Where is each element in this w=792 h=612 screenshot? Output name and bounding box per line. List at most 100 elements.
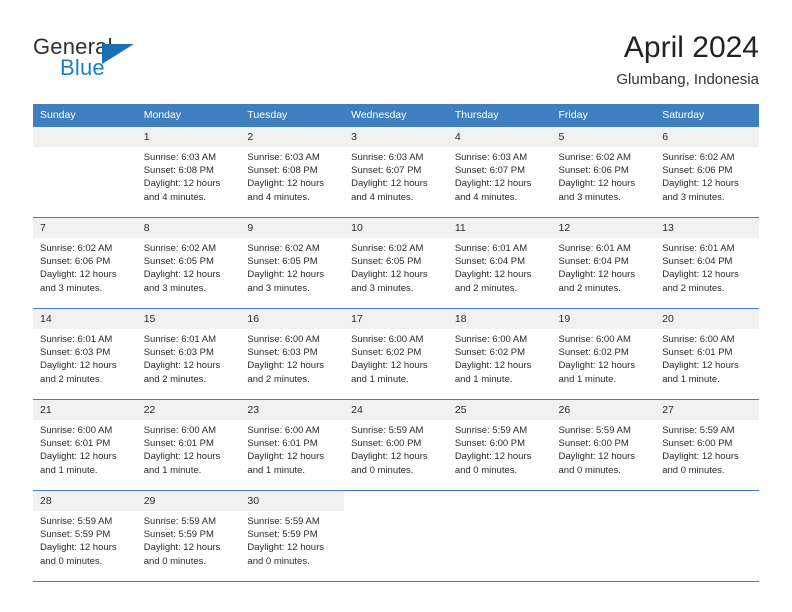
daylight-text-line1: Daylight: 12 hours — [454, 360, 532, 372]
calendar-cell[interactable]: 23 Sunrise: 6:00 AM Sunset: 6:01 PM Dayligh… — [240, 399, 345, 491]
sunset-text: Sunset: 6:06 PM — [662, 165, 733, 177]
day-details: Sunrise: 6:02 AM Sunset: 6:05 PM Daylight:… — [240, 238, 344, 295]
calendar-cell[interactable]: 20 Sunrise: 6:00 AM Sunset: 6:01 PM Dayligh… — [655, 308, 759, 400]
calendar-cell[interactable]: 4 Sunrise: 6:03 AM Sunset: 6:07 PM Daylight… — [447, 126, 552, 218]
day-cell: 4 Sunrise: 6:03 AM Sunset: 6:07 PM Daylight… — [447, 127, 552, 217]
calendar-cell[interactable]: 24 Sunrise: 5:59 AM Sunset: 6:00 PM Dayligh… — [344, 399, 448, 491]
day-number — [655, 491, 759, 511]
sunset-text: Sunset: 6:02 PM — [351, 347, 422, 359]
calendar-cell[interactable]: 16 Sunrise: 6:00 AM Sunset: 6:03 PM Dayligh… — [240, 308, 345, 400]
calendar-cell[interactable]: 18 Sunrise: 6:00 AM Sunset: 6:02 PM Dayligh… — [447, 308, 552, 400]
day-cell: 12 Sunrise: 6:01 AM Sunset: 6:04 PM Dayligh… — [551, 218, 656, 308]
calendar-cell[interactable]: 3 Sunrise: 6:03 AM Sunset: 6:07 PM Daylight… — [344, 126, 448, 218]
daylight-text-line1: Daylight: 12 hours — [143, 178, 221, 190]
sunset-text: Sunset: 6:00 PM — [351, 438, 422, 450]
day-cell: 5 Sunrise: 6:02 AM Sunset: 6:06 PM Daylight… — [551, 127, 656, 217]
calendar-cell[interactable]: 19 Sunrise: 6:00 AM Sunset: 6:02 PM Dayligh… — [551, 308, 656, 400]
calendar-cell[interactable]: 25 Sunrise: 5:59 AM Sunset: 6:00 PM Dayligh… — [447, 399, 552, 491]
calendar-cell[interactable]: 15 Sunrise: 6:01 AM Sunset: 6:03 PM Dayligh… — [136, 308, 241, 400]
sunrise-text: Sunrise: 6:02 AM — [247, 243, 320, 254]
sunset-text: Sunset: 6:07 PM — [351, 165, 422, 177]
day-number: 30 — [240, 491, 345, 511]
sunset-text: Sunset: 6:00 PM — [454, 438, 526, 450]
sunrise-text: Sunrise: 5:59 AM — [40, 516, 113, 527]
calendar-cell[interactable]: 14 Sunrise: 6:01 AM Sunset: 6:03 PM Dayligh… — [33, 308, 137, 400]
calendar-cell[interactable]: 8 Sunrise: 6:02 AM Sunset: 6:05 PM Daylight… — [136, 217, 241, 309]
sunrise-text: Sunrise: 6:02 AM — [351, 243, 424, 254]
daylight-text-line1: Daylight: 12 hours — [40, 360, 117, 372]
day-cell: 11 Sunrise: 6:01 AM Sunset: 6:04 PM Dayligh… — [447, 218, 552, 308]
calendar-week-row: 7 Sunrise: 6:02 AM Sunset: 6:06 PM Daylight… — [33, 217, 759, 309]
calendar-cell[interactable]: 9 Sunrise: 6:02 AM Sunset: 6:05 PM Daylight… — [240, 217, 345, 309]
daylight-text-line2: and 1 minute. — [351, 373, 409, 385]
sunset-text: Sunset: 6:04 PM — [454, 256, 526, 268]
daylight-text-line2: and 1 minute. — [454, 373, 513, 385]
daylight-text-line1: Daylight: 12 hours — [454, 269, 532, 281]
calendar-cell[interactable]: 26 Sunrise: 5:59 AM Sunset: 6:00 PM Dayligh… — [551, 399, 656, 491]
calendar-cell[interactable]: 17 Sunrise: 6:00 AM Sunset: 6:02 PM Dayligh… — [344, 308, 448, 400]
day-number — [551, 491, 656, 511]
day-number: 12 — [551, 218, 656, 238]
day-number: 25 — [447, 400, 552, 420]
day-cell: 23 Sunrise: 6:00 AM Sunset: 6:01 PM Dayligh… — [240, 400, 345, 490]
sunrise-text: Sunrise: 6:00 AM — [454, 334, 528, 345]
daylight-text-line1: Daylight: 12 hours — [247, 269, 324, 281]
daylight-text-line1: Daylight: 12 hours — [662, 269, 739, 281]
calendar-cell[interactable]: 6 Sunrise: 6:02 AM Sunset: 6:06 PM Daylight… — [655, 126, 759, 218]
day-cell — [551, 491, 656, 581]
day-number: 4 — [447, 127, 552, 147]
brand-logo[interactable]: General Blue — [33, 34, 163, 84]
day-number: 18 — [447, 309, 552, 329]
calendar-cell[interactable]: 22 Sunrise: 6:00 AM Sunset: 6:01 PM Dayligh… — [136, 399, 241, 491]
day-number: 2 — [240, 127, 345, 147]
day-number — [447, 491, 552, 511]
day-number: 28 — [33, 491, 137, 511]
day-number: 3 — [344, 127, 448, 147]
calendar-cell[interactable]: 11 Sunrise: 6:01 AM Sunset: 6:04 PM Dayligh… — [447, 217, 552, 309]
sunrise-text: Sunrise: 6:00 AM — [40, 425, 113, 436]
calendar-cell[interactable]: 28 Sunrise: 5:59 AM Sunset: 5:59 PM Dayligh… — [33, 490, 137, 581]
day-cell: 9 Sunrise: 6:02 AM Sunset: 6:05 PM Daylight… — [240, 218, 345, 308]
calendar-cell[interactable]: 7 Sunrise: 6:02 AM Sunset: 6:06 PM Daylight… — [33, 217, 137, 309]
daylight-text-line1: Daylight: 12 hours — [351, 269, 428, 281]
day-cell: 15 Sunrise: 6:01 AM Sunset: 6:03 PM Dayligh… — [136, 309, 241, 399]
sunrise-text: Sunrise: 6:02 AM — [40, 243, 113, 254]
day-number: 21 — [33, 400, 137, 420]
day-details: Sunrise: 6:00 AM Sunset: 6:03 PM Daylight:… — [240, 329, 344, 386]
calendar-cell[interactable]: 30 Sunrise: 5:59 AM Sunset: 5:59 PM Dayligh… — [240, 490, 345, 581]
sunset-text: Sunset: 6:06 PM — [558, 165, 629, 177]
daylight-text-line2: and 0 minutes. — [143, 555, 207, 567]
day-number — [33, 127, 137, 147]
calendar-cell[interactable]: 13 Sunrise: 6:01 AM Sunset: 6:04 PM Dayligh… — [655, 217, 759, 309]
calendar-cell[interactable]: 21 Sunrise: 6:00 AM Sunset: 6:01 PM Dayligh… — [33, 399, 137, 491]
day-number: 22 — [136, 400, 241, 420]
day-details: Sunrise: 6:00 AM Sunset: 6:02 PM Daylight:… — [344, 329, 448, 386]
calendar-cell[interactable]: 1 Sunrise: 6:03 AM Sunset: 6:08 PM Daylight… — [136, 126, 241, 218]
sunset-text: Sunset: 6:01 PM — [40, 438, 111, 450]
day-cell: 24 Sunrise: 5:59 AM Sunset: 6:00 PM Dayligh… — [344, 400, 448, 490]
calendar-cell[interactable]: 2 Sunrise: 6:03 AM Sunset: 6:08 PM Daylight… — [240, 126, 345, 218]
triangle-logo-icon — [102, 44, 134, 64]
calendar-cell[interactable]: 29 Sunrise: 5:59 AM Sunset: 5:59 PM Dayligh… — [136, 490, 241, 581]
sunrise-text: Sunrise: 6:00 AM — [558, 334, 631, 345]
weekday-header-tuesday: Tuesday — [240, 104, 345, 127]
calendar-cell[interactable]: 5 Sunrise: 6:02 AM Sunset: 6:06 PM Daylight… — [551, 126, 656, 218]
calendar-cell[interactable]: 27 Sunrise: 5:59 AM Sunset: 6:00 PM Dayligh… — [655, 399, 759, 491]
sunset-text: Sunset: 6:02 PM — [454, 347, 526, 359]
day-details: Sunrise: 6:00 AM Sunset: 6:01 PM Daylight:… — [33, 420, 137, 477]
calendar-cell — [344, 490, 448, 581]
daylight-text-line2: and 1 minute. — [143, 464, 202, 476]
sunset-text: Sunset: 6:00 PM — [662, 438, 733, 450]
calendar-cell[interactable]: 10 Sunrise: 6:02 AM Sunset: 6:05 PM Dayligh… — [344, 217, 448, 309]
sunset-text: Sunset: 6:06 PM — [40, 256, 111, 268]
daylight-text-line1: Daylight: 12 hours — [662, 451, 739, 463]
day-cell: 16 Sunrise: 6:00 AM Sunset: 6:03 PM Dayligh… — [240, 309, 345, 399]
sunrise-text: Sunrise: 6:02 AM — [143, 243, 217, 254]
day-details: Sunrise: 6:00 AM Sunset: 6:02 PM Daylight:… — [448, 329, 552, 386]
daylight-text-line1: Daylight: 12 hours — [247, 360, 324, 372]
day-details: Sunrise: 6:02 AM Sunset: 6:05 PM Daylight:… — [137, 238, 241, 295]
calendar-cell[interactable]: 12 Sunrise: 6:01 AM Sunset: 6:04 PM Dayligh… — [551, 217, 656, 309]
sunrise-text: Sunrise: 6:02 AM — [558, 152, 631, 163]
sunrise-text: Sunrise: 6:00 AM — [247, 425, 320, 436]
sunrise-text: Sunrise: 6:00 AM — [351, 334, 424, 345]
